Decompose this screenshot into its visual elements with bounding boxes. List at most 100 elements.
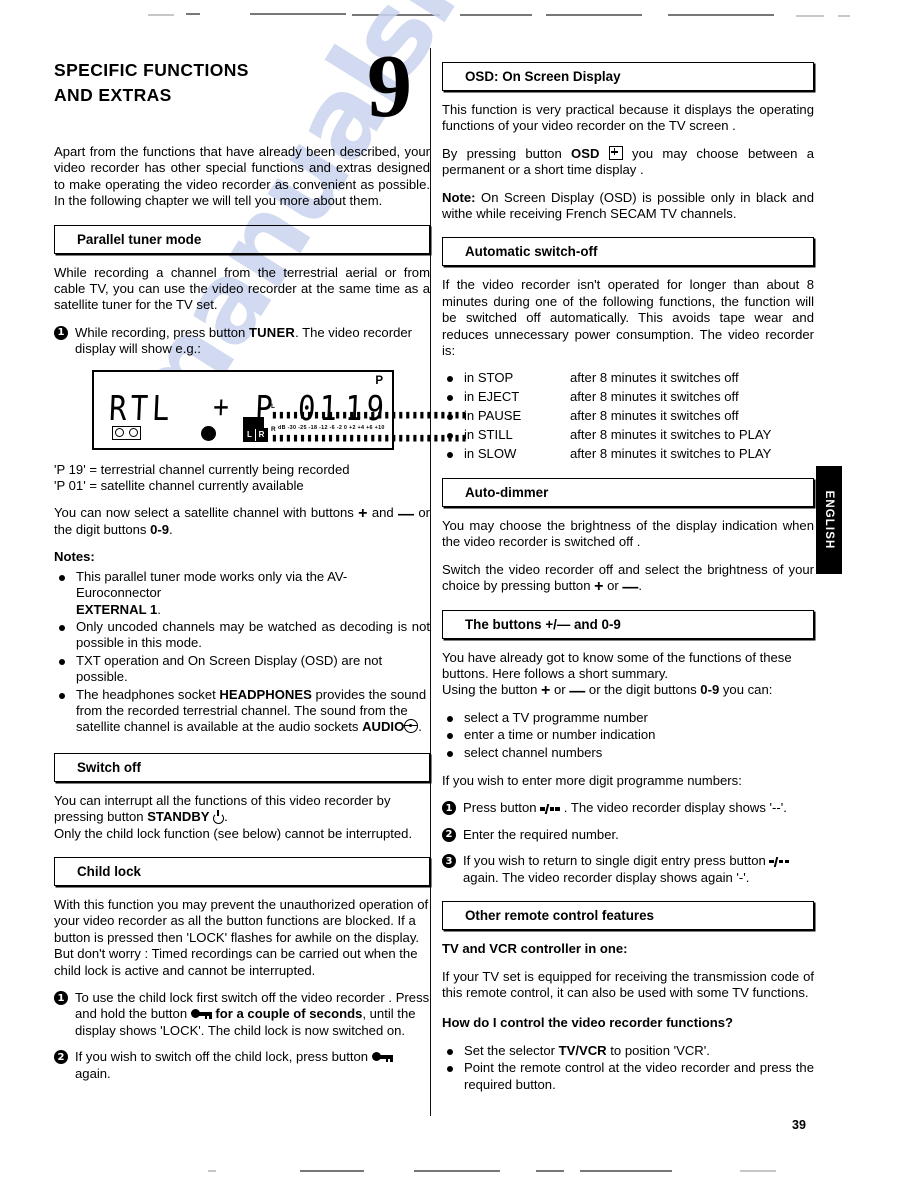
power-icon (213, 810, 225, 825)
note-text: Only uncoded channels may be watched as … (76, 618, 430, 651)
switch-off-body: You can interrupt all the functions of t… (54, 792, 391, 825)
plus-icon: + (594, 578, 604, 596)
notes-title: Notes: (54, 549, 95, 565)
step-number: 2 (442, 827, 456, 842)
minus-icon: — (398, 506, 415, 524)
audio-label: AUDIO (362, 719, 405, 735)
step-number: 1 (442, 801, 456, 816)
list-item-label: select a TV programme number (464, 709, 648, 725)
result-label: after 8 minutes it switches off (570, 389, 739, 405)
buttons-step-1: 1 Press button . The video recorder disp… (442, 800, 814, 816)
scan-artifact (208, 1170, 216, 1172)
parallel-tuner-intro: While recording a channel from the terre… (54, 264, 430, 313)
list-item: Set the selector TV/VCR to position 'VCR… (442, 1043, 814, 1059)
osd-body-2: By pressing button OSD you may choose be… (442, 145, 815, 178)
list-item: in PAUSE after 8 minutes it switches off (442, 408, 814, 426)
section-heading-other-remote: Other remote control features (442, 901, 814, 931)
result-label: after 8 minutes it switches off (570, 408, 739, 424)
buttons-step-2: 2 Enter the required number. (442, 827, 814, 843)
chapter-title-line2: AND EXTRAS (54, 85, 172, 105)
display-channel-name: RTL (108, 387, 175, 428)
bullet-icon (59, 574, 65, 581)
lr-right: R (255, 428, 267, 441)
legend-p19: 'P 19' = terrestrial channel currently b… (54, 461, 350, 477)
level-meter-right: R▮▮▮▮▮▮▮▮▮▮▮▮▮▮▮▮▮▮▮▮▮▮▮▮▮▮▮▮ (271, 425, 468, 444)
display-block-icon (243, 416, 264, 428)
step-number: 1 (54, 991, 68, 1005)
step-number: 1 (54, 325, 68, 340)
child-lock-body: With this function you may prevent the u… (54, 896, 429, 978)
chapter-header: SPECIFIC FUNCTIONS AND EXTRAS 9 (54, 42, 430, 144)
scan-artifact (300, 1170, 364, 1172)
scan-artifact (148, 14, 174, 16)
bullet-icon (59, 658, 65, 665)
bullet-icon (447, 715, 453, 722)
auto-switch-off-list: in STOP after 8 minutes it switches off i… (442, 370, 814, 464)
left-column: SPECIFIC FUNCTIONS AND EXTRAS 9 Apart fr… (54, 42, 467, 1092)
chapter-number: 9 (367, 37, 412, 136)
section-heading-auto-switch-off: Automatic switch-off (442, 237, 814, 267)
language-side-tab: ENGLISH (816, 466, 842, 574)
display-p-indicator: P (375, 374, 383, 387)
result-label: after 8 minutes it switches to PLAY (570, 427, 772, 443)
bullet-icon (447, 433, 453, 440)
list-item: in STOP after 8 minutes it switches off (442, 370, 814, 388)
bullet-icon (447, 1066, 453, 1073)
osd-button-label: OSD (571, 145, 600, 161)
lr-left: L (244, 428, 255, 441)
osd-note: Note: On Screen Display (OSD) is possibl… (442, 189, 814, 222)
list-item: select channel numbers (442, 745, 814, 761)
buttons-using: Using the button + or — or the digit but… (442, 682, 773, 701)
list-item: in SLOW after 8 minutes it switches to PL… (442, 446, 814, 464)
note-text: TXT operation and On Screen Display (OSD… (76, 652, 383, 685)
step-number: 2 (54, 1050, 68, 1065)
key-lock-icon (371, 1052, 393, 1062)
other-remote-subtitle: TV and VCR controller in one: (442, 941, 628, 957)
scan-artifact (250, 13, 346, 15)
display-separator: + (212, 389, 230, 426)
bullet-icon (59, 692, 65, 699)
step-text-a: While recording, press button (75, 324, 246, 340)
list-item-label: select channel numbers (464, 744, 603, 760)
state-label: in STOP (464, 370, 514, 386)
state-label: in STILL (464, 427, 513, 443)
scan-artifact (536, 1170, 564, 1172)
plus-icon: + (358, 505, 368, 523)
key-lock-icon (190, 1009, 212, 1020)
scan-artifact (186, 13, 200, 15)
manual-page: manualslib.com SPECIFIC FUNCTIONS AND EX… (0, 0, 918, 1188)
bullet-icon (447, 414, 453, 421)
result-label: after 8 minutes it switches off (570, 370, 739, 386)
scan-artifact (352, 14, 440, 16)
scan-artifact (740, 1170, 776, 1172)
bullet-icon (447, 1048, 453, 1055)
buttons-intro: You have already got to know some of the… (442, 649, 792, 682)
right-column: OSD: On Screen Display This function is … (442, 58, 814, 1094)
scan-artifact (838, 15, 850, 17)
bullet-icon (447, 733, 453, 740)
digit-toggle-icon (540, 803, 560, 814)
section-heading-child-lock: Child lock (54, 856, 430, 886)
legend-p01: 'P 01' = satellite channel currently ava… (54, 478, 304, 494)
note-label: Note: (442, 189, 476, 205)
select-satellite-text: You can now select a satellite channel w… (54, 505, 430, 537)
list-item: Point the remote control at the video re… (442, 1060, 814, 1093)
cassette-reel-icon (112, 425, 141, 440)
section-heading-osd: OSD: On Screen Display (442, 62, 814, 91)
audio-socket-icon (402, 719, 419, 734)
note-item: Only uncoded channels may be watched as … (54, 619, 430, 652)
chapter-intro: Apart from the functions that have alrea… (54, 144, 430, 209)
headphones-label: HEADPHONES (219, 686, 312, 702)
step-number: 3 (442, 854, 456, 869)
auto-switch-off-body: If the video recorder isn't operated for… (442, 277, 814, 359)
tuner-button-label: TUNER (248, 324, 296, 340)
scan-artifact (546, 14, 642, 16)
switch-off-note: Only the child lock function (see below)… (54, 825, 413, 841)
minus-icon: — (569, 683, 586, 701)
child-lock-step-1: 1 To use the child lock first switch off… (54, 990, 430, 1039)
section-heading-buttons: The buttons +/— and 0-9 (442, 609, 814, 639)
couple-of-seconds-label: for a couple of seconds (215, 1006, 363, 1022)
digit-toggle-icon (769, 856, 790, 867)
list-item: select a TV programme number (442, 710, 814, 726)
display-lr-indicator: LR (243, 427, 268, 442)
